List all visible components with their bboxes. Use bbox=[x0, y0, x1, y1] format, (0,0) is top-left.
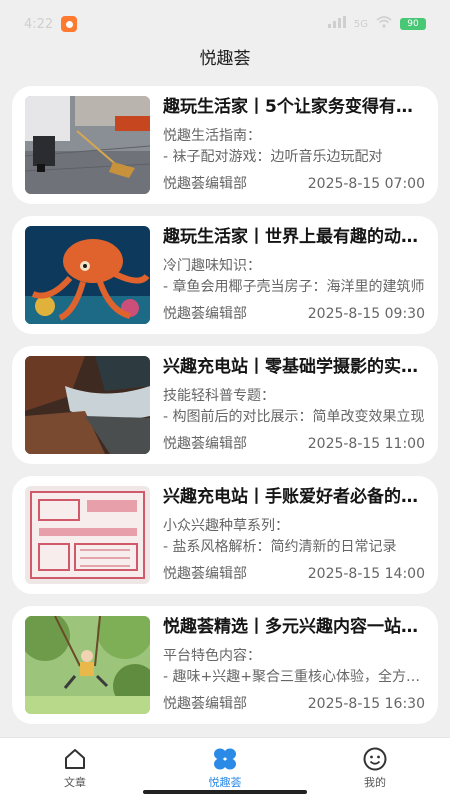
article-subtitle-heading: 小众兴趣种草系列： bbox=[163, 518, 289, 534]
home-icon bbox=[62, 746, 88, 772]
article-title[interactable]: 趣玩生活家丨5个让家务变得有趣的小妙招 bbox=[163, 96, 425, 118]
article-date: 2025-8-15 14:00 bbox=[307, 566, 425, 582]
page-title: 悦趣荟 bbox=[199, 48, 251, 69]
article-author: 悦趣荟编辑部 bbox=[163, 306, 247, 322]
article-subtitle-line: - 袜子配对游戏：边听音乐边玩配对 bbox=[163, 149, 383, 165]
article-thumbnail-journal bbox=[25, 486, 150, 584]
article-date: 2025-8-15 07:00 bbox=[307, 176, 425, 192]
article-date: 2025-8-15 09:30 bbox=[307, 306, 425, 322]
network-label: 5G bbox=[353, 18, 368, 30]
article-card[interactable]: 趣玩生活家丨5个让家务变得有趣的小妙招 悦趣生活指南： - 袜子配对游戏：边听音… bbox=[12, 86, 438, 204]
article-meta: 悦趣荟编辑部 2025-8-15 14:00 bbox=[163, 565, 425, 583]
article-author: 悦趣荟编辑部 bbox=[163, 436, 247, 452]
article-title[interactable]: 兴趣充电站丨零基础学摄影的实用技巧 bbox=[163, 356, 425, 378]
article-author: 悦趣荟编辑部 bbox=[163, 176, 247, 192]
wifi-icon bbox=[376, 16, 392, 32]
article-date: 2025-8-15 11:00 bbox=[307, 436, 425, 452]
article-card[interactable]: 兴趣充电站丨零基础学摄影的实用技巧 技能轻科普专题： - 构图前后的对比展示：简… bbox=[12, 346, 438, 464]
article-date: 2025-8-15 16:30 bbox=[307, 696, 425, 712]
grid-petals-icon bbox=[212, 746, 238, 772]
article-thumbnail-sweeping bbox=[25, 96, 150, 194]
article-author: 悦趣荟编辑部 bbox=[163, 566, 247, 582]
article-meta: 悦趣荟编辑部 2025-8-15 11:00 bbox=[163, 435, 425, 453]
smiley-icon bbox=[362, 746, 388, 772]
article-title[interactable]: 趣玩生活家丨世界上最有趣的动物冷知识 bbox=[163, 226, 425, 248]
tab-label: 文章 bbox=[64, 776, 86, 789]
article-author: 悦趣荟编辑部 bbox=[163, 696, 247, 712]
article-thumbnail-swing bbox=[25, 616, 150, 714]
article-thumbnail-octopus bbox=[25, 226, 150, 324]
article-card[interactable]: 兴趣充电站丨手账爱好者必备的排版指南 小众兴趣种草系列： - 盐系风格解析：简约… bbox=[12, 476, 438, 594]
tab-label: 我的 bbox=[364, 776, 386, 789]
article-thumbnail-waterfall bbox=[25, 356, 150, 454]
battery-indicator: 90 bbox=[400, 18, 426, 30]
article-card[interactable]: 趣玩生活家丨世界上最有趣的动物冷知识 冷门趣味知识： - 章鱼会用椰子壳当房子：… bbox=[12, 216, 438, 334]
article-meta: 悦趣荟编辑部 2025-8-15 16:30 bbox=[163, 695, 425, 713]
article-subtitle-line: - 章鱼会用椰子壳当房子：海洋里的建筑师 bbox=[163, 279, 425, 295]
status-left: 4:22 bbox=[24, 16, 78, 32]
article-meta: 悦趣荟编辑部 2025-8-15 09:30 bbox=[163, 305, 425, 323]
article-card[interactable]: 悦趣荟精选丨多元兴趣内容一站式体验 平台特色内容： - 趣味+兴趣+聚合三重核心… bbox=[12, 606, 438, 724]
article-subtitle-line: - 构图前后的对比展示：简单改变效果立现 bbox=[163, 409, 425, 425]
status-time: 4:22 bbox=[24, 16, 54, 32]
article-subtitle-line: - 盐系风格解析：简约清新的日常记录 bbox=[163, 539, 397, 555]
article-title[interactable]: 兴趣充电站丨手账爱好者必备的排版指南 bbox=[163, 486, 425, 508]
article-title[interactable]: 悦趣荟精选丨多元兴趣内容一站式体验 bbox=[163, 616, 425, 638]
article-subtitle-line: - 趣味+兴趣+聚合三重核心体验，全方位满足 bbox=[163, 669, 425, 685]
article-subtitle-heading: 冷门趣味知识： bbox=[163, 258, 261, 274]
article-meta: 悦趣荟编辑部 2025-8-15 07:00 bbox=[163, 175, 425, 193]
home-indicator[interactable] bbox=[143, 790, 307, 794]
tab-articles[interactable]: 文章 bbox=[0, 738, 150, 801]
tab-mine[interactable]: 我的 bbox=[300, 738, 450, 801]
signal-icon bbox=[327, 16, 346, 32]
article-subtitle-heading: 悦趣生活指南： bbox=[163, 128, 261, 144]
tab-label: 悦趣荟 bbox=[208, 776, 242, 789]
status-right: 5G 90 bbox=[327, 16, 426, 32]
app-notification-icon bbox=[61, 16, 78, 32]
article-subtitle-heading: 平台特色内容： bbox=[163, 648, 261, 664]
article-subtitle-heading: 技能轻科普专题： bbox=[163, 388, 275, 404]
